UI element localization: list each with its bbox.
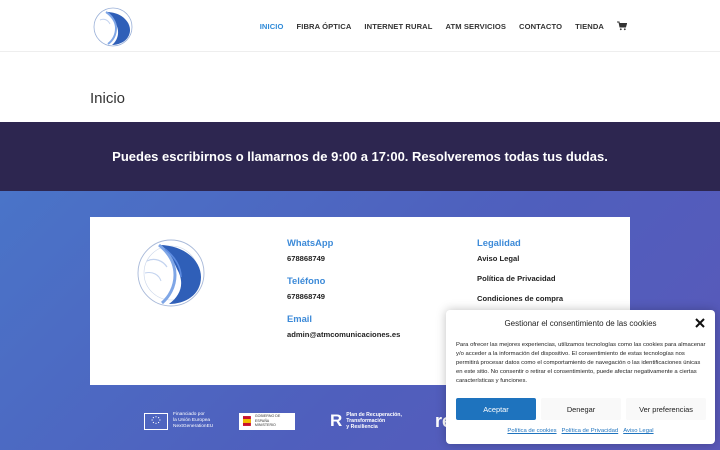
spain-shield-icon — [242, 416, 251, 426]
legal-notice-link[interactable]: Aviso Legal — [623, 428, 653, 434]
hours-banner: Puedes escribirnos o llamarnos de 9:00 a… — [0, 122, 720, 191]
preferences-button[interactable]: Ver preferencias — [626, 398, 706, 420]
cookie-title: Gestionar el consentimiento de las cooki… — [504, 319, 657, 328]
gov-text-line2: MINISTERIO — [254, 423, 276, 428]
nav-contacto[interactable]: CONTACTO — [519, 22, 562, 31]
cookie-policy-link[interactable]: Política de cookies — [507, 428, 556, 434]
nav-fibra-optica[interactable]: FIBRA ÓPTICA — [297, 22, 352, 31]
nav-atm-servicios[interactable]: ATM SERVICIOS — [445, 22, 506, 31]
legal-link-privacidad[interactable]: Política de Privacidad — [477, 274, 563, 283]
legal-heading: Legalidad — [477, 237, 521, 248]
government-logo: GOBIERNO DE ESPAÑA MINISTERIO — [239, 404, 295, 438]
whatsapp-label: WhatsApp — [287, 237, 334, 248]
privacy-policy-link[interactable]: Política de Privacidad — [562, 428, 619, 434]
shopping-cart-icon[interactable] — [617, 21, 627, 31]
nav-inicio[interactable]: INICIO — [260, 22, 284, 31]
legal-link-condiciones[interactable]: Condiciones de compra — [477, 294, 563, 303]
prtr-logo: R Plan de Recuperación, Transformación y… — [330, 404, 402, 438]
nav-internet-rural[interactable]: INTERNET RURAL — [364, 22, 432, 31]
prtr-text-line3: y Resiliencia — [346, 424, 378, 431]
phone-value[interactable]: 678868749 — [287, 292, 400, 301]
atm-logo[interactable] — [92, 6, 134, 48]
email-label: Email — [287, 313, 313, 324]
cookie-links: Política de cookies Política de Privacid… — [446, 428, 715, 434]
prtr-mark-icon: R — [330, 411, 343, 430]
legal-column: Legalidad Aviso Legal Política de Privac… — [477, 237, 563, 314]
eu-flag-icon — [144, 412, 168, 430]
cookie-consent-dialog: Gestionar el consentimiento de las cooki… — [446, 310, 715, 444]
cookie-body: Para ofrecer las mejores experiencias, u… — [456, 342, 706, 384]
page-title: Inicio — [90, 90, 126, 107]
email-value[interactable]: admin@atmcomunicaciones.es — [287, 330, 400, 339]
nav-tienda[interactable]: TIENDA — [575, 22, 604, 31]
eu-funding-logo: Financiado por la Unión Europea NextGene… — [144, 404, 213, 438]
gov-text-line1: GOBIERNO DE ESPAÑA — [254, 414, 281, 423]
deny-button[interactable]: Denegar — [541, 398, 621, 420]
phone-label: Teléfono — [287, 275, 326, 286]
atm-logo-large — [137, 239, 205, 307]
prtr-text-line1: Plan de Recuperación, — [346, 411, 402, 418]
main-nav: INICIO FIBRA ÓPTICA INTERNET RURAL ATM S… — [260, 0, 627, 52]
contact-column: WhatsApp 678868749 Teléfono 678868749 Em… — [287, 237, 400, 351]
site-header: INICIO FIBRA ÓPTICA INTERNET RURAL ATM S… — [0, 0, 720, 52]
whatsapp-value[interactable]: 678868749 — [287, 254, 400, 263]
legal-link-aviso[interactable]: Aviso Legal — [477, 254, 563, 263]
accept-button[interactable]: Aceptar — [456, 398, 536, 420]
cookie-buttons: Aceptar Denegar Ver preferencias — [456, 398, 706, 420]
close-icon[interactable] — [695, 318, 705, 328]
eu-text-line3: NextGenerationEU — [173, 423, 214, 429]
banner-text: Puedes escribirnos o llamarnos de 9:00 a… — [112, 149, 608, 164]
